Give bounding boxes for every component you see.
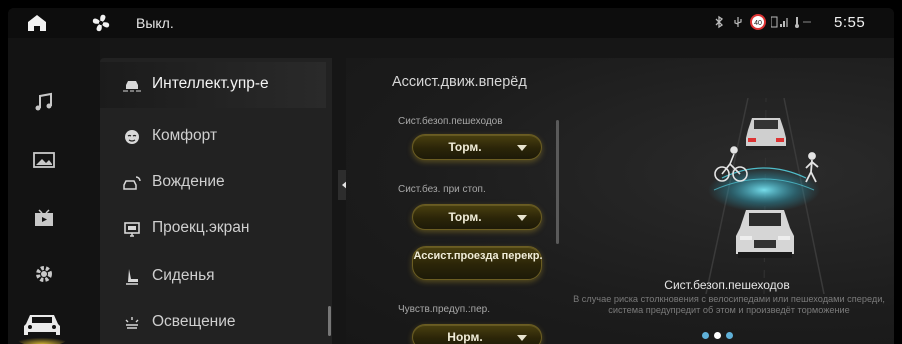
page-dot[interactable]	[702, 332, 709, 339]
own-car	[736, 210, 794, 258]
menu-label: Сиденья	[152, 267, 215, 284]
music-icon[interactable]	[26, 86, 62, 118]
illustration-title: Сист.безоп.пешеходов	[664, 278, 790, 292]
menu-scrollbar[interactable]	[328, 306, 331, 336]
select-value: Торм.	[448, 140, 482, 154]
dropdown-arrow-icon	[517, 215, 527, 221]
stop-safety-select[interactable]: Торм.	[412, 204, 542, 230]
speed-limit-icon: 40	[750, 14, 766, 33]
crossing-assist-button[interactable]: Ассист.проезда перекр.	[412, 246, 543, 280]
select-value: Норм.	[447, 330, 483, 344]
menu-item-projection[interactable]: Проекц.экран	[100, 206, 326, 252]
signal-icon	[770, 15, 789, 32]
dropdown-arrow-icon	[517, 145, 527, 151]
page-dot-active[interactable]	[714, 332, 721, 339]
driving-icon	[122, 173, 142, 193]
app-rail	[8, 38, 100, 344]
select-value: Торм.	[448, 210, 482, 224]
menu-item-seats[interactable]: Сиденья	[100, 254, 326, 300]
pedestrian-safety-illustration	[636, 97, 892, 295]
lead-car	[746, 118, 786, 150]
illustration-description: В случае риска столкновения с велосипеда…	[573, 294, 885, 315]
lighting-icon	[122, 313, 142, 333]
gallery-icon[interactable]	[26, 144, 62, 176]
fan-icon[interactable]	[90, 12, 112, 34]
status-bar: Выкл. 40 5:55	[8, 8, 894, 38]
page-indicator	[702, 332, 733, 339]
fan-status-text: Выкл.	[136, 15, 174, 31]
menu-label: Интеллект.упр-е	[152, 75, 269, 92]
pedestrian-safety-select[interactable]: Торм.	[412, 134, 542, 160]
video-icon[interactable]	[26, 202, 62, 234]
menu-item-intellect[interactable]: Интеллект.упр-е	[100, 62, 326, 108]
screen-frame: Выкл. 40 5:55 Интеллект.упр-е Комфорт Во…	[0, 0, 902, 344]
option-label: Сист.безоп.пешеходов	[398, 116, 503, 127]
seat-icon	[122, 267, 142, 287]
content-scrollbar[interactable]	[556, 120, 559, 244]
option-label: Сист.без. при стоп.	[398, 184, 486, 195]
pedestrian	[805, 152, 819, 183]
menu-item-driving[interactable]: Вождение	[100, 160, 326, 206]
bluetooth-icon	[712, 15, 726, 32]
status-icons: 40	[712, 14, 814, 33]
warning-sensitivity-select[interactable]: Норм.	[412, 324, 542, 344]
section-title: Ассист.движ.вперёд	[392, 74, 527, 90]
button-label: Ассист.проезда перекр.	[413, 250, 543, 262]
option-label: Чувств.предуп.:пер.	[398, 304, 490, 315]
menu-label: Вождение	[152, 173, 225, 190]
comfort-icon	[122, 127, 142, 147]
content-panel: Ассист.движ.вперёд Сист.безоп.пешеходов …	[346, 58, 894, 344]
dropdown-arrow-icon	[517, 335, 527, 341]
menu-item-comfort[interactable]: Комфорт	[100, 114, 326, 160]
car-icon[interactable]	[18, 304, 66, 344]
infotainment-screen: Выкл. 40 5:55 Интеллект.упр-е Комфорт Во…	[8, 8, 894, 344]
driver-assist-icon	[122, 75, 142, 95]
menu-label: Освещение	[152, 313, 236, 330]
clock: 5:55	[834, 14, 866, 31]
home-icon[interactable]	[26, 13, 48, 33]
settings-icon[interactable]	[26, 258, 62, 290]
settings-menu: Интеллект.упр-е Комфорт Вождение Проекц.…	[100, 58, 332, 344]
temperature-icon	[794, 15, 814, 32]
svg-text:40: 40	[754, 20, 762, 27]
menu-item-lighting[interactable]: Освещение	[100, 300, 326, 344]
usb-icon	[731, 15, 745, 32]
projection-screen-icon	[122, 219, 142, 239]
page-dot[interactable]	[726, 332, 733, 339]
menu-label: Проекц.экран	[152, 219, 250, 236]
menu-label: Комфорт	[152, 127, 218, 144]
